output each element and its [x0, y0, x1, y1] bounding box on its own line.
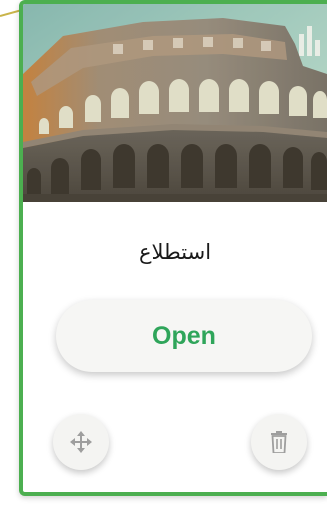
move-button[interactable]: [53, 414, 109, 470]
card-title: استطلاع: [138, 240, 212, 264]
delete-button[interactable]: [251, 414, 307, 470]
trash-icon: [271, 431, 287, 453]
card-image: [23, 4, 327, 202]
activity-card: استطلاع Open: [19, 0, 327, 496]
open-button[interactable]: Open: [56, 300, 312, 372]
open-button-label: Open: [152, 321, 216, 350]
screen: استطلاع Open: [0, 0, 327, 509]
move-arrows-icon: [70, 431, 92, 453]
colosseum-image: [23, 4, 327, 202]
